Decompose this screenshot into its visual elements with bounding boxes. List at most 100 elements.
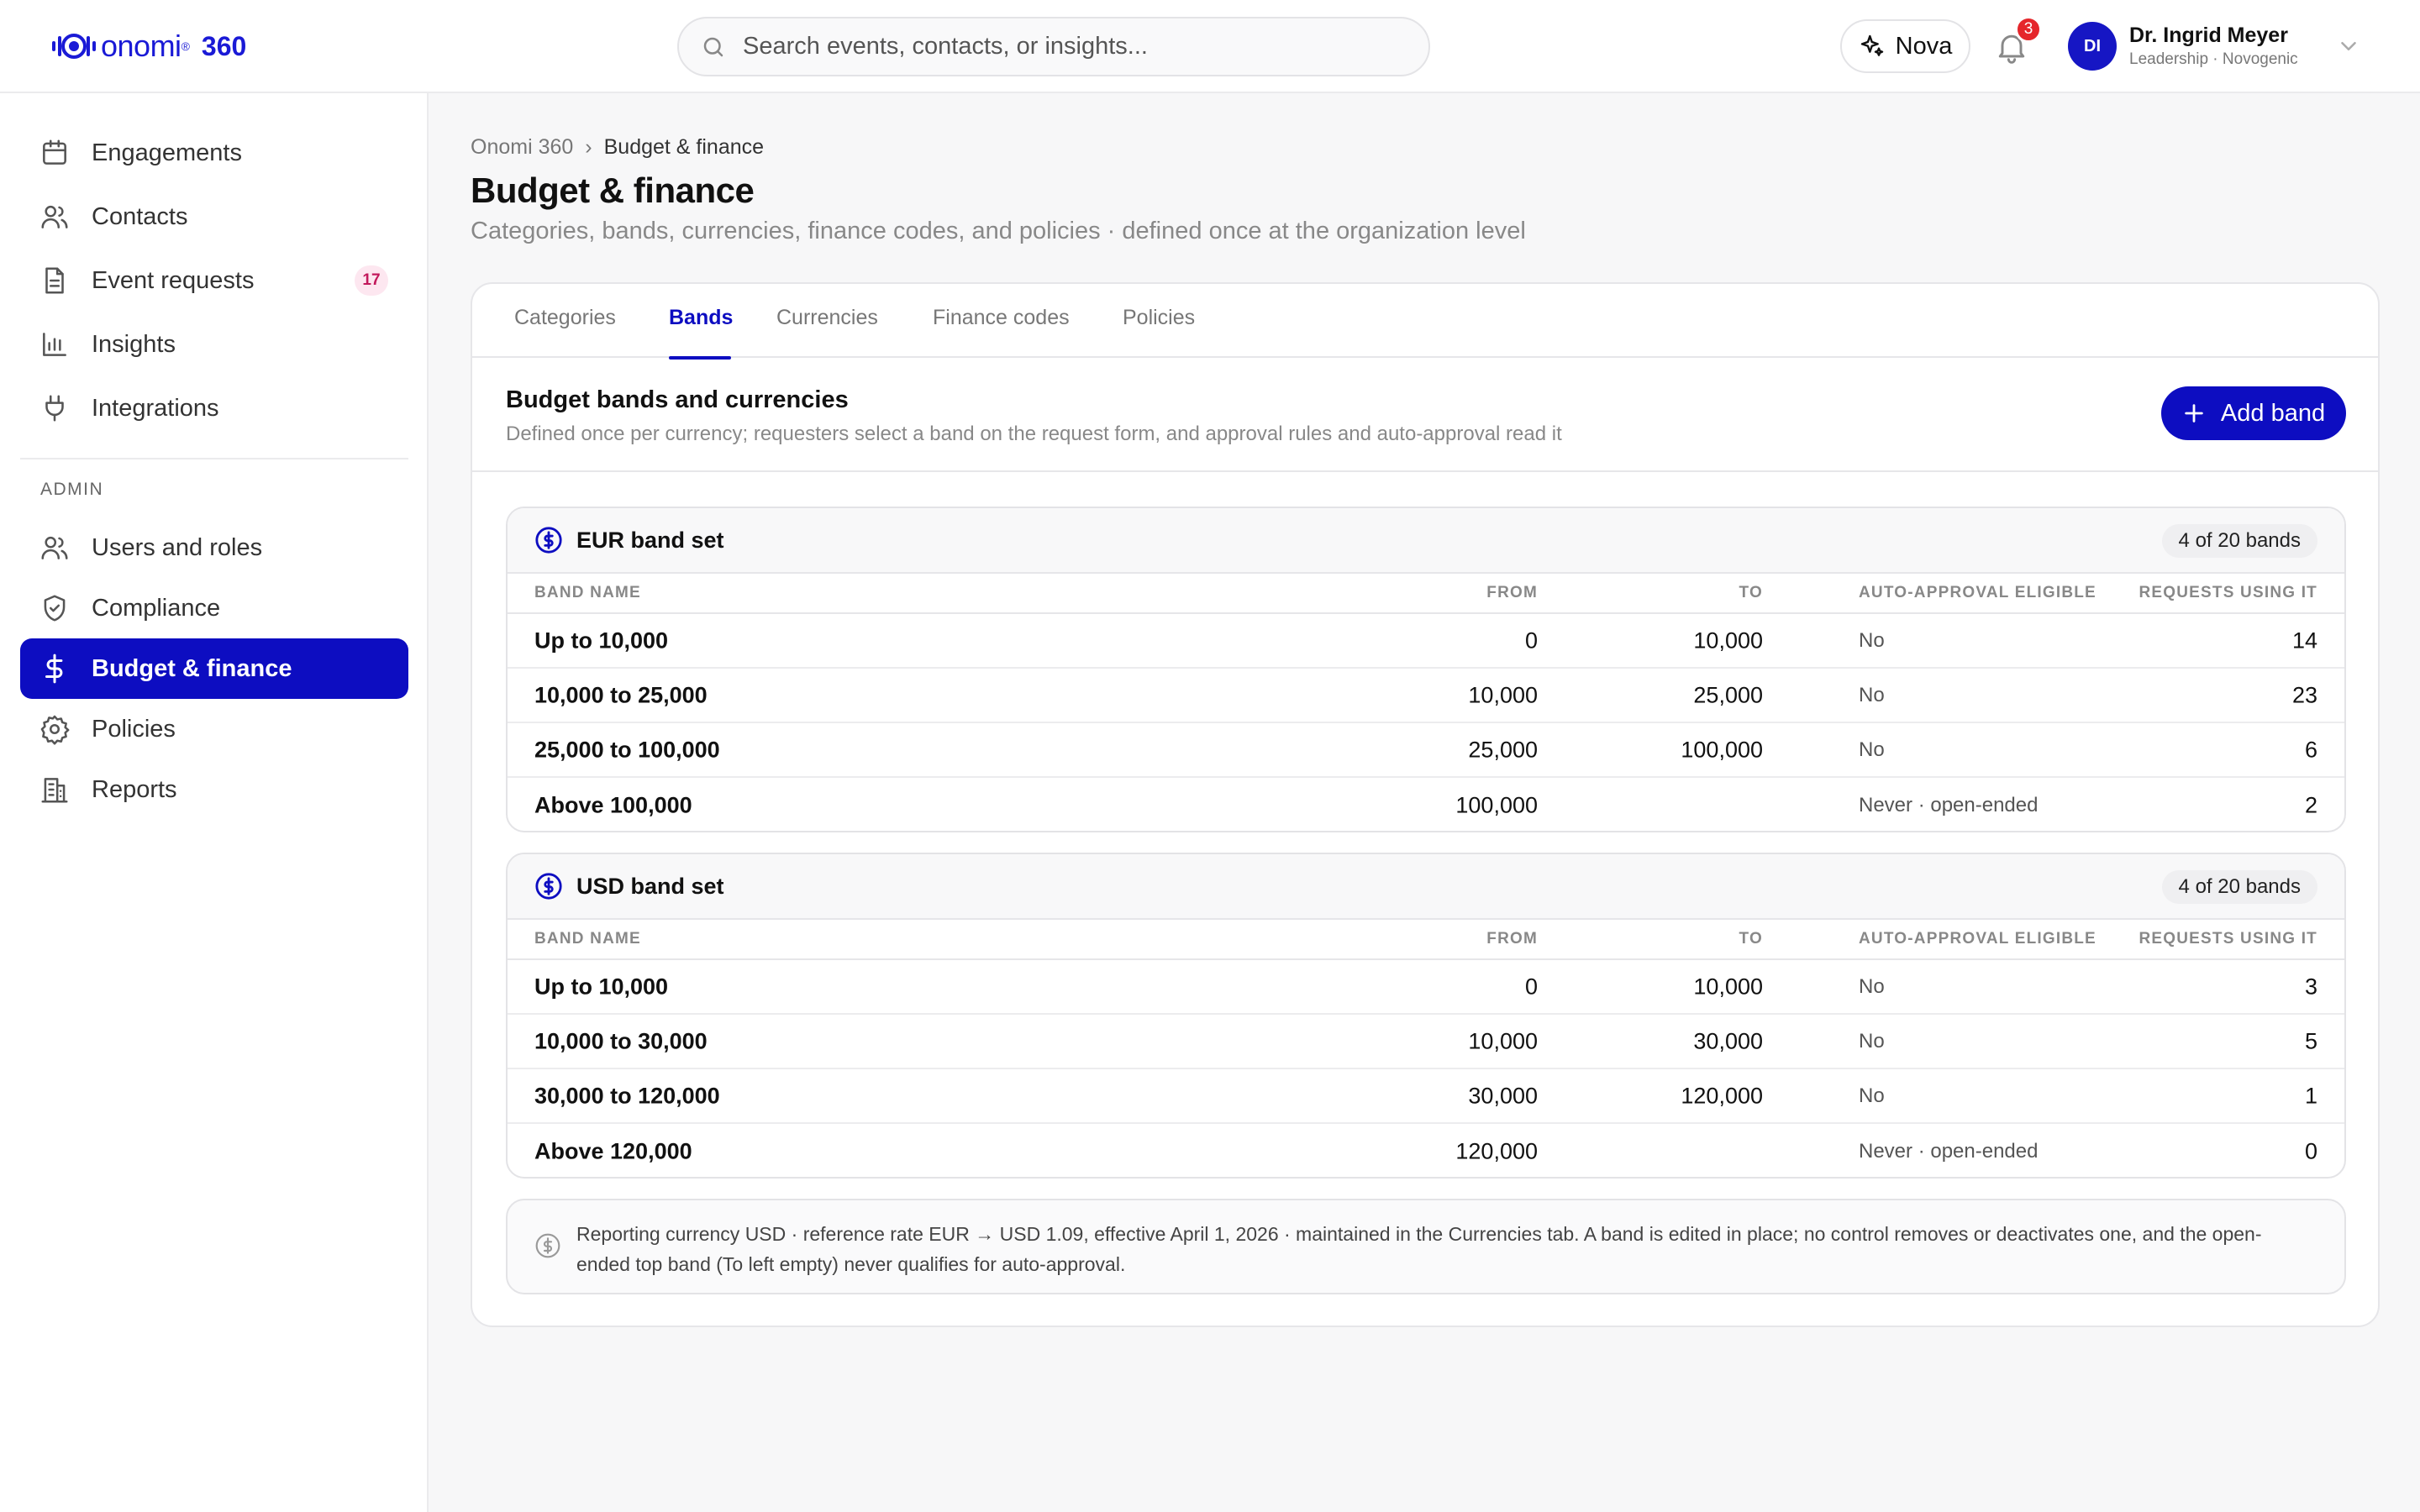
band-request-count: 2 [2304, 792, 2317, 817]
sidebar-item-integrations[interactable]: Integrations [20, 378, 408, 438]
tab-finance-codes[interactable]: Finance codes [933, 306, 1070, 358]
page-subtitle: Categories, bands, currencies, finance c… [471, 218, 1526, 244]
sidebar-item-compliance[interactable]: Compliance [20, 578, 408, 638]
band-auto-approval: Never · open-ended [1859, 793, 2039, 816]
band-request-count: 6 [2304, 737, 2317, 762]
band-auto-approval: Never · open-ended [1859, 1139, 2039, 1163]
column-header-auto-approval: AUTO-APPROVAL ELIGIBLE [1859, 584, 2096, 601]
currency-info-icon [535, 1233, 560, 1258]
band-to: 120,000 [1681, 1083, 1763, 1108]
table-row[interactable]: 30,000 to 120,000 30,000 120,000 No 1 [508, 1069, 2344, 1124]
add-band-button[interactable]: Add band [2161, 386, 2346, 440]
logo-suffix: 360 [201, 30, 247, 61]
footnote-text: Reporting currency USD · reference rate … [576, 1223, 2262, 1275]
table-header-row: BAND NAME FROM TO AUTO-APPROVAL ELIGIBLE… [508, 920, 2344, 960]
band-auto-approval: No [1859, 628, 1885, 652]
band-from: 30,000 [1468, 1083, 1538, 1108]
dollar-icon [45, 654, 63, 684]
sidebar-item-label: Policies [92, 715, 176, 743]
band-from: 0 [1524, 974, 1538, 999]
avatar[interactable]: DI [2068, 22, 2117, 71]
band-set-title: EUR band set [576, 527, 724, 553]
plus-icon [2185, 404, 2203, 423]
table-row[interactable]: 10,000 to 30,000 10,000 30,000 No 5 [508, 1015, 2344, 1069]
tab-bands[interactable]: Bands [669, 306, 733, 360]
sidebar-item-policies[interactable]: Policies [20, 699, 408, 759]
sidebar-item-label: Event requests [92, 266, 255, 294]
band-from: 100,000 [1455, 792, 1538, 817]
band-request-count: 1 [2304, 1083, 2317, 1108]
sidebar-item-label: Budget & finance [92, 654, 292, 682]
app-logo[interactable]: onomi ® 360 [50, 27, 246, 66]
breadcrumb-separator: › [585, 135, 592, 159]
usd-band-set: USD band set 4 of 20 bands BAND NAME FRO… [506, 853, 2346, 1179]
building-icon [41, 778, 68, 803]
band-name: Above 100,000 [534, 792, 692, 817]
sidebar-item-label: Insights [92, 330, 176, 358]
section-title: Budget bands and currencies [506, 386, 849, 413]
band-to: 25,000 [1693, 682, 1763, 707]
sidebar-item-label: Integrations [92, 394, 219, 422]
tab-categories[interactable]: Categories [514, 306, 616, 358]
sidebar-item-users-and-roles[interactable]: Users and roles [20, 517, 408, 578]
section-header: Budget bands and currencies Defined once… [506, 386, 1562, 446]
table-row[interactable]: 25,000 to 100,000 25,000 100,000 No 6 [508, 723, 2344, 778]
document-icon [45, 267, 64, 294]
band-name: Up to 10,000 [534, 974, 669, 999]
band-request-count: 14 [2291, 627, 2317, 653]
column-header-from: FROM [1486, 930, 1538, 948]
sidebar-item-contacts[interactable]: Contacts [20, 186, 408, 247]
calendar-icon [43, 139, 66, 165]
band-set-header: EUR band set 4 of 20 bands [508, 508, 2344, 574]
breadcrumb-current: Budget & finance [603, 135, 765, 159]
band-from: 0 [1524, 627, 1538, 653]
sidebar-item-engagements[interactable]: Engagements [20, 123, 408, 183]
sidebar-item-insights[interactable]: Insights [20, 314, 408, 375]
table-row[interactable]: 10,000 to 25,000 10,000 25,000 No 23 [508, 669, 2344, 723]
currency-dollar-icon [535, 873, 562, 900]
user-name[interactable]: Dr. Ingrid Meyer [2129, 24, 2288, 48]
band-auto-approval: No [1859, 683, 1885, 706]
tab-policies[interactable]: Policies [1123, 306, 1195, 358]
band-request-count: 0 [2304, 1138, 2317, 1163]
tab-currencies[interactable]: Currencies [776, 306, 878, 358]
band-to: 10,000 [1693, 974, 1763, 999]
band-request-count: 5 [2304, 1028, 2317, 1053]
table-row[interactable]: Up to 10,000 0 10,000 No 3 [508, 960, 2344, 1015]
sidebar-item-budget-and-finance[interactable]: Budget & finance [20, 638, 408, 699]
add-band-label: Add band [2220, 399, 2326, 427]
eur-band-set: EUR band set 4 of 20 bands BAND NAME FRO… [506, 507, 2346, 832]
band-count-badge: 4 of 20 bands [2161, 524, 2317, 558]
tab-bar: Categories Bands Currencies Finance code… [472, 284, 2378, 360]
column-header-requests: REQUESTS USING IT [2139, 930, 2317, 948]
shield-icon [44, 595, 66, 622]
table-row[interactable]: Up to 10,000 0 10,000 No 14 [508, 614, 2344, 669]
band-from: 10,000 [1468, 1028, 1538, 1053]
notification-count-badge: 3 [2015, 16, 2042, 43]
column-header-to: TO [1739, 930, 1763, 948]
sidebar-item-reports[interactable]: Reports [20, 759, 408, 820]
sidebar-item-event-requests[interactable]: Event requests 17 [20, 250, 408, 311]
table-header-row: BAND NAME FROM TO AUTO-APPROVAL ELIGIBLE… [508, 574, 2344, 614]
logo-registered-mark: ® [181, 39, 190, 53]
band-request-count: 23 [2291, 682, 2317, 707]
table-row[interactable]: Above 100,000 100,000 Never · open-ended… [508, 778, 2344, 831]
plug-icon [45, 395, 64, 422]
sidebar-item-label: Engagements [92, 139, 242, 166]
search-bar[interactable] [677, 17, 1430, 76]
search-input[interactable] [743, 33, 1398, 60]
table-row[interactable]: Above 120,000 120,000 Never · open-ended… [508, 1124, 2344, 1177]
sidebar-item-label: Reports [92, 775, 177, 803]
breadcrumb-root-link[interactable]: Onomi 360 [471, 135, 573, 160]
band-name: 25,000 to 100,000 [534, 737, 720, 762]
band-from: 10,000 [1468, 682, 1538, 707]
column-header-auto-approval: AUTO-APPROVAL ELIGIBLE [1859, 930, 2096, 948]
band-set-header: USD band set 4 of 20 bands [508, 854, 2344, 920]
nova-assistant-button[interactable]: Nova [1840, 19, 1970, 73]
logo-mark-icon [50, 29, 97, 63]
column-header-band-name: BAND NAME [534, 930, 641, 948]
event-requests-count-badge: 17 [355, 265, 388, 296]
bar-chart-icon [43, 333, 66, 356]
chevron-down-icon[interactable] [2336, 34, 2361, 59]
band-set-title: USD band set [576, 873, 724, 899]
